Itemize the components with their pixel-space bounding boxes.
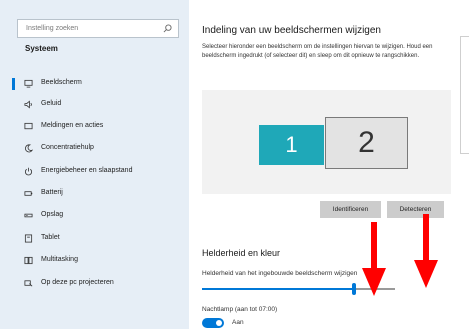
sidebar-item-beeldscherm[interactable]: Beeldscherm (0, 74, 189, 94)
brightness-slider-thumb[interactable] (352, 283, 357, 295)
speaker-icon (24, 100, 32, 109)
nightlight-toggle[interactable] (202, 318, 224, 328)
search-placeholder: Instelling zoeken (26, 25, 79, 32)
red-arrow-annotation (362, 222, 386, 296)
toggle-knob (216, 320, 222, 326)
sidebar-item-label: Batterij (41, 189, 63, 196)
sidebar-item-label: Tablet (41, 234, 60, 241)
power-icon (24, 167, 33, 176)
page-description: Selecteer hieronder een beeldscherm om d… (202, 44, 433, 59)
sidebar-item-label: Geluid (41, 100, 62, 107)
sidebar-item-label: Opslag (41, 211, 64, 218)
sidebar-item-opslag[interactable]: Opslag (0, 206, 189, 226)
sidebar-item-batterij[interactable]: Batterij (0, 184, 189, 204)
multitasking-icon (24, 256, 33, 265)
sidebar-item-geluid[interactable]: Geluid (0, 95, 189, 115)
page-title: Indeling van uw beeldschermen wijzigen (202, 25, 381, 36)
side-panel-edge (460, 36, 469, 154)
monitor-2-tile[interactable]: 2 (325, 117, 408, 169)
sidebar-item-label: Beeldscherm (41, 79, 82, 86)
identify-button[interactable]: Identificeren (320, 201, 381, 218)
sidebar-item-energiebeheer[interactable]: Energiebeheer en slaapstand (0, 162, 189, 182)
notification-icon (24, 122, 33, 130)
sidebar: Instelling zoeken Systeem Beeldscherm Ge… (0, 0, 189, 329)
sidebar-item-projecteren[interactable]: Op deze pc projecteren (0, 274, 189, 294)
brightness-slider-fill (202, 288, 355, 290)
search-input[interactable]: Instelling zoeken (17, 19, 179, 38)
storage-icon (24, 213, 33, 218)
sidebar-item-multitasking[interactable]: Multitasking (0, 251, 189, 271)
toggle-state-label: Aan (232, 319, 244, 326)
red-arrow-annotation (414, 214, 438, 288)
sidebar-item-label: Energiebeheer en slaapstand (41, 167, 133, 174)
search-icon (163, 24, 172, 33)
monitor-icon (24, 79, 33, 88)
sidebar-item-concentratiehulp[interactable]: Concentratiehulp (0, 139, 189, 159)
sidebar-item-label: Concentratiehulp (41, 144, 94, 151)
sidebar-item-meldingen[interactable]: Meldingen en acties (0, 117, 189, 137)
battery-icon (24, 191, 33, 196)
moon-icon (25, 144, 33, 153)
sidebar-item-label: Multitasking (41, 256, 78, 263)
nightlight-label: Nachtlamp (aan tot 07:00) (202, 306, 278, 313)
display-arrangement-area: 1 2 (202, 90, 451, 194)
project-icon (24, 280, 33, 287)
sidebar-item-label: Op deze pc projecteren (41, 279, 114, 286)
tablet-icon (24, 234, 33, 243)
monitor-1-tile[interactable]: 1 (259, 125, 324, 165)
brightness-label: Helderheid van het ingebouwde beeldscher… (202, 270, 358, 277)
sidebar-item-label: Meldingen en acties (41, 122, 104, 129)
sidebar-item-tablet[interactable]: Tablet (0, 229, 189, 249)
brightness-heading: Helderheid en kleur (202, 248, 281, 258)
sidebar-section-title: Systeem (25, 44, 58, 53)
